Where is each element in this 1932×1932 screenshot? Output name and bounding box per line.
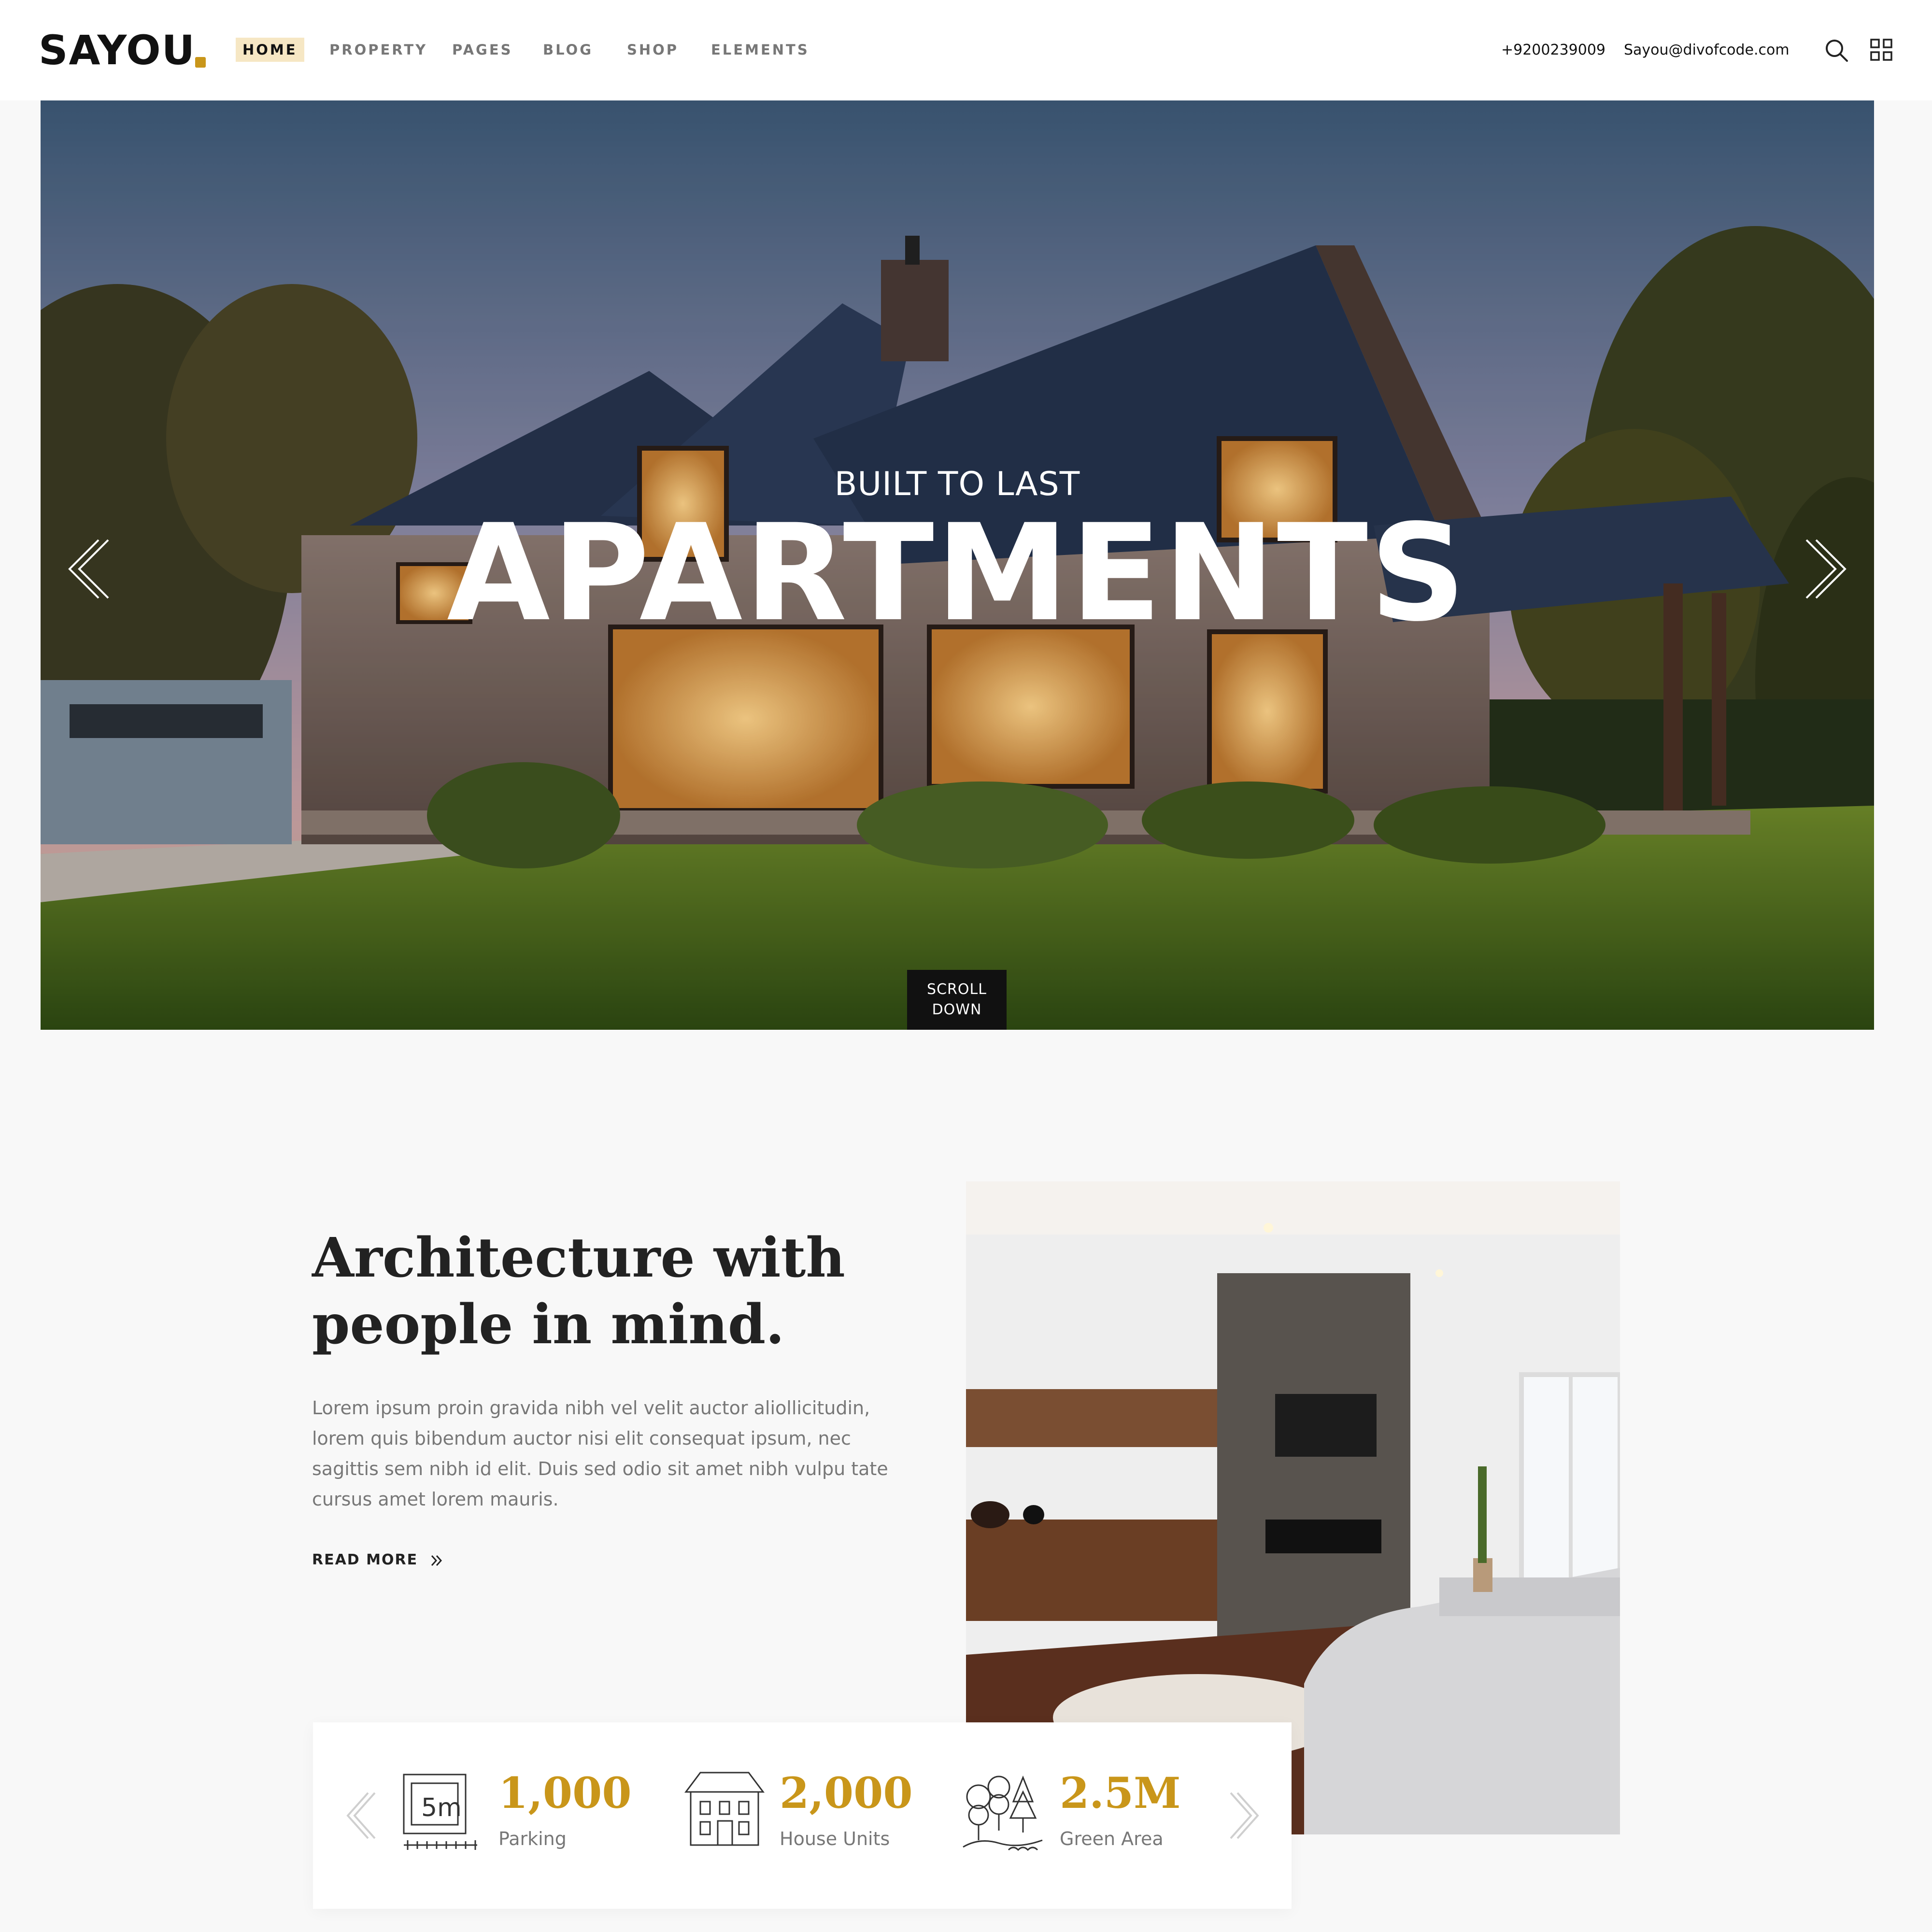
about-heading-line-1: Architecture with (312, 1226, 845, 1290)
site-header: SAYOU HOME PROPERTY PAGES BLOG SHOP ELEM… (0, 0, 1932, 100)
read-more-label: READ MORE (312, 1551, 418, 1568)
nav-item-blog[interactable]: BLOG (543, 38, 593, 62)
header-email[interactable]: Sayou@divofcode.com (1624, 41, 1790, 60)
hero-title: APARTMENTS (447, 496, 1468, 651)
chevron-left-icon[interactable] (60, 535, 113, 603)
scroll-down-label-2: DOWN (932, 1001, 982, 1018)
stat-value-house-units: 2,000 (780, 1768, 913, 1818)
house-icon (681, 1768, 768, 1855)
read-more-link[interactable]: READ MORE (312, 1549, 443, 1571)
parking-icon-text: 5m (421, 1793, 462, 1822)
stat-label-green-area: Green Area (1060, 1828, 1164, 1849)
chevron-left-icon[interactable] (341, 1789, 380, 1842)
stat-value-green-area: 2.5M (1060, 1768, 1181, 1818)
scroll-down-button[interactable]: SCROLL DOWN (907, 970, 1007, 1030)
hero-slider: BUILT TO LAST APARTMENTS SCROLL DOWN (41, 100, 1874, 1030)
parking-area-icon: 5m (398, 1768, 485, 1855)
logo[interactable]: SAYOU (39, 26, 196, 74)
logo-accent-dot (195, 57, 206, 68)
scroll-down-label-1: SCROLL (927, 981, 987, 998)
stat-value-parking: 1,000 (498, 1768, 632, 1818)
about-body: Lorem ipsum proin gravida nibh vel velit… (312, 1397, 888, 1510)
double-chevron-right-icon (431, 1555, 442, 1566)
stats-carousel: 5m 1,000 Parking 2,000 House Units 2.5M … (313, 1722, 1292, 1909)
chevron-right-icon[interactable] (1226, 1789, 1264, 1842)
about-heading: Architecture with people in mind. (312, 1225, 940, 1358)
search-icon[interactable] (1823, 37, 1850, 64)
nav-item-property[interactable]: PROPERTY (329, 38, 427, 62)
about-heading-line-2: people in mind. (312, 1293, 785, 1356)
chevron-right-icon[interactable] (1802, 535, 1855, 603)
nav-item-shop[interactable]: SHOP (627, 38, 679, 62)
stat-label-parking: Parking (498, 1828, 567, 1849)
nav-item-pages[interactable]: PAGES (452, 38, 513, 62)
stat-label-house-units: House Units (780, 1828, 890, 1849)
grid-menu-icon[interactable] (1868, 37, 1895, 64)
nav-item-elements[interactable]: ELEMENTS (711, 38, 810, 62)
nav-item-home[interactable]: HOME (236, 38, 304, 62)
trees-icon (960, 1768, 1047, 1855)
header-phone[interactable]: +9200239009 (1501, 41, 1605, 60)
